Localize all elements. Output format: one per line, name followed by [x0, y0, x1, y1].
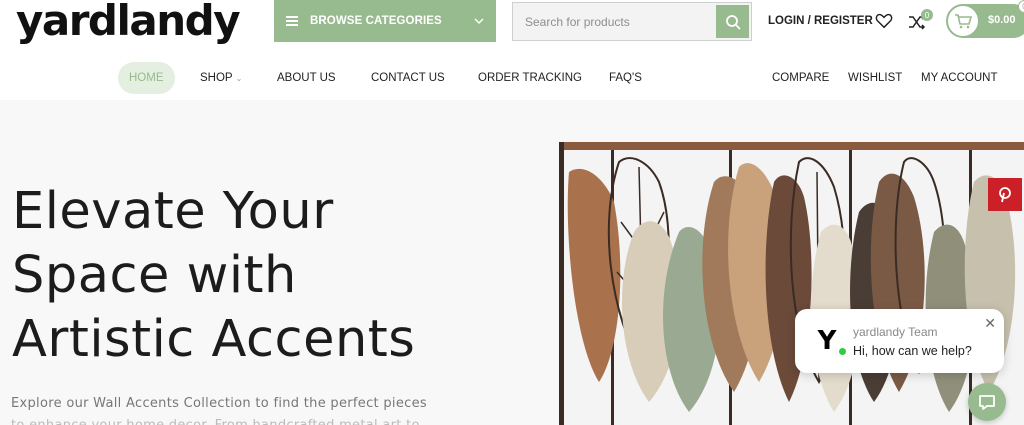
- hero-subtext-line: to enhance your home decor. From handcra…: [11, 415, 431, 425]
- browse-categories-label: BROWSE CATEGORIES: [310, 15, 442, 27]
- hero-subtext: Explore our Wall Accents Collection to f…: [11, 393, 431, 425]
- nav-item-faqs[interactable]: FAQ'S: [609, 62, 642, 94]
- chat-bubble-icon: [979, 395, 995, 410]
- nav-item-order-tracking[interactable]: ORDER TRACKING: [478, 62, 582, 94]
- chevron-down-icon: ⌄: [235, 73, 243, 83]
- cart-amount: $0.00: [988, 14, 1016, 26]
- hero-headline: Elevate Your Space with Artistic Accents: [12, 180, 532, 372]
- heart-icon[interactable]: [875, 12, 893, 30]
- main-nav: HOME SHOP ⌄ ABOUT US CONTACT US ORDER TR…: [0, 62, 1024, 94]
- search-input[interactable]: [513, 3, 713, 40]
- browse-categories-button[interactable]: BROWSE CATEGORIES: [274, 0, 496, 42]
- hero-headline-line: Elevate Your: [12, 182, 334, 241]
- hero-subtext-line: Explore our Wall Accents Collection to f…: [11, 396, 427, 411]
- nav-item-about-us[interactable]: ABOUT US: [277, 62, 336, 94]
- nav-item-my-account[interactable]: MY ACCOUNT: [921, 62, 997, 94]
- hamburger-icon: [286, 16, 298, 26]
- chat-open-button[interactable]: [968, 383, 1006, 421]
- site-header: yardlandy BROWSE CATEGORIES LOGIN / REGI…: [0, 0, 1024, 100]
- nav-item-shop-label: SHOP: [200, 72, 233, 84]
- cart-button[interactable]: $0.00 0: [946, 0, 1024, 38]
- login-register-link[interactable]: LOGIN / REGISTER: [768, 15, 873, 27]
- chat-popup[interactable]: Y yardlandy Team Hi, how can we help? ✕: [795, 309, 1004, 373]
- pinterest-share-button[interactable]: [988, 178, 1022, 211]
- close-icon[interactable]: ✕: [984, 315, 996, 332]
- nav-item-contact-us[interactable]: CONTACT US: [371, 62, 445, 94]
- hero-headline-line: Artistic Accents: [12, 310, 416, 369]
- cart-count-badge: 0: [1018, 0, 1024, 13]
- nav-item-home[interactable]: HOME: [118, 62, 175, 94]
- nav-item-compare[interactable]: COMPARE: [772, 62, 829, 94]
- hero-headline-line: Space with: [12, 246, 297, 305]
- pinterest-icon: [999, 186, 1011, 202]
- search-button[interactable]: [716, 5, 749, 38]
- cart-icon: [947, 5, 979, 37]
- nav-item-wishlist[interactable]: WISHLIST: [848, 62, 902, 94]
- search-bar: [512, 2, 752, 41]
- chat-message: Hi, how can we help?: [853, 344, 972, 358]
- chevron-down-icon: [474, 18, 484, 25]
- chat-team-name: yardlandy Team: [853, 325, 938, 339]
- nav-item-shop[interactable]: SHOP ⌄: [200, 62, 242, 94]
- search-icon: [725, 14, 741, 30]
- site-logo[interactable]: yardlandy: [16, 0, 241, 44]
- wall-art-image: [559, 142, 1024, 425]
- compare-count-badge: 0: [921, 9, 933, 21]
- online-status-dot: [838, 347, 847, 356]
